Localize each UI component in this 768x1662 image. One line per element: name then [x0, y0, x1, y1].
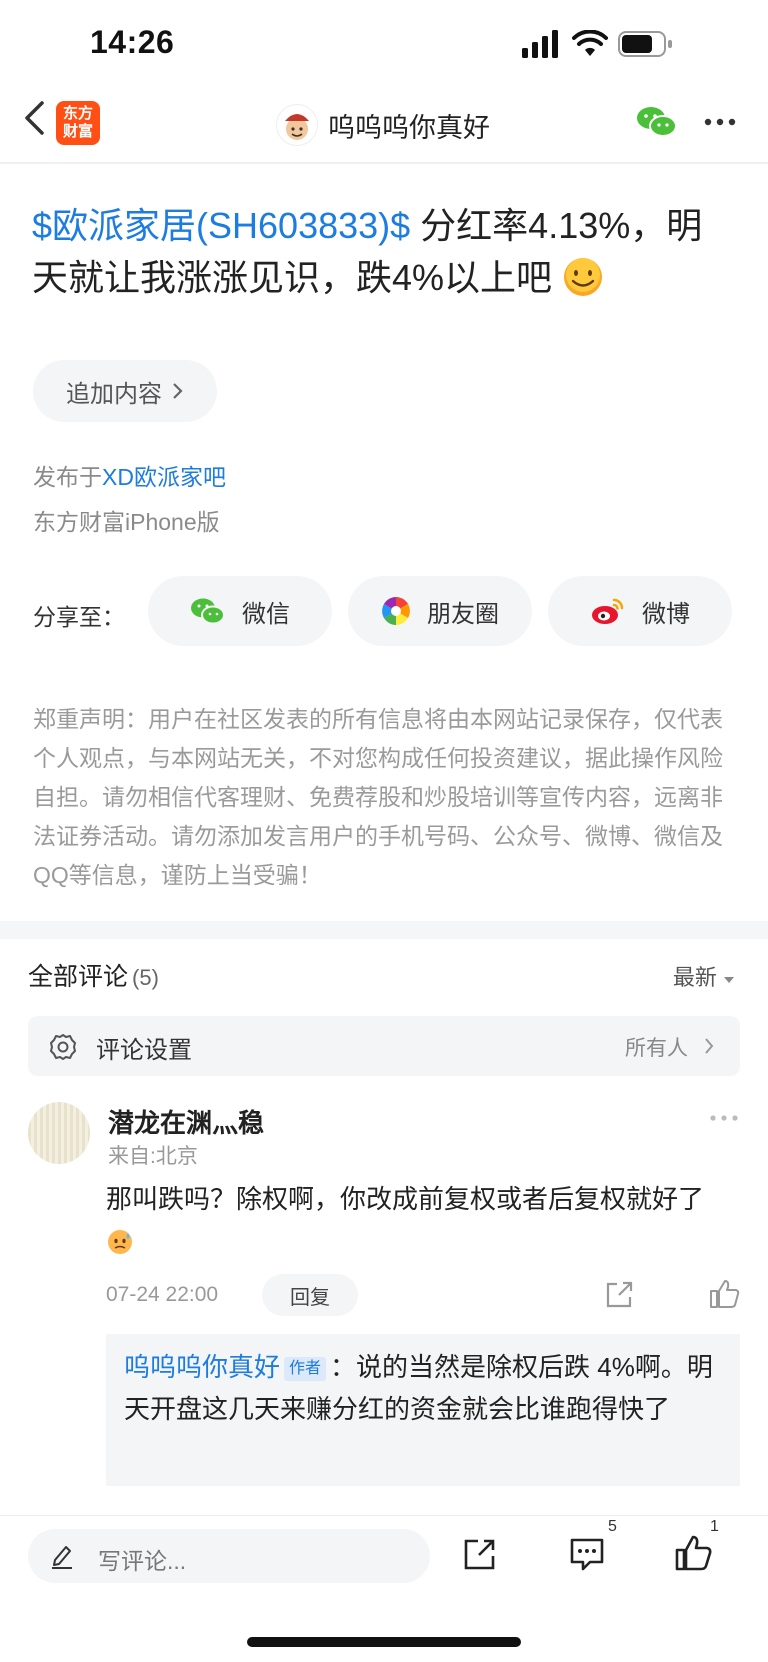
- reply-author[interactable]: 呜呜呜你真好: [124, 1352, 280, 1382]
- app-logo[interactable]: 东方 财富: [56, 101, 100, 145]
- commenter-avatar[interactable]: [28, 1102, 90, 1164]
- comment-icon[interactable]: [568, 1536, 606, 1572]
- wechat-icon: [191, 598, 225, 625]
- share-weibo-label: 微博: [642, 600, 690, 628]
- share-label: 分享至：: [33, 604, 125, 630]
- reply-separator: ：: [330, 1352, 357, 1382]
- commenter-name[interactable]: 潜龙在渊灬稳: [108, 1103, 264, 1140]
- back-icon[interactable]: [22, 100, 46, 136]
- reply-button[interactable]: 回复: [262, 1274, 358, 1316]
- gear-icon: [50, 1034, 76, 1060]
- write-comment-input[interactable]: 写评论...: [28, 1529, 430, 1583]
- nav-divider: [0, 162, 768, 164]
- comment-settings-label: 评论设置: [96, 1037, 192, 1064]
- reply-content: 呜呜呜你真好 作者 ：说的当然是除权后跌 4%啊。明天开盘这几天来赚分红的资金就会比…: [124, 1346, 724, 1430]
- share-wechat-button[interactable]: 微信: [148, 576, 332, 646]
- comments-title: 全部评论: [28, 963, 129, 991]
- comment-share-icon[interactable]: [604, 1280, 634, 1310]
- app-logo-text-top: 东方: [62, 105, 93, 122]
- battery-icon: [618, 31, 672, 57]
- weibo-icon: [592, 598, 624, 624]
- section-divider: [0, 921, 768, 939]
- sort-dropdown[interactable]: 最新: [673, 960, 735, 992]
- comment-body: 那叫跌吗？除权啊，你改成前复权或者后复权就好了: [106, 1184, 705, 1214]
- bottom-bar-divider: [0, 1515, 768, 1516]
- chevron-right-icon: [705, 1038, 714, 1054]
- comment-like-icon[interactable]: [708, 1278, 740, 1310]
- author-avatar[interactable]: [276, 104, 318, 146]
- author-tag: 作者: [284, 1357, 327, 1381]
- pencil-icon: [52, 1546, 72, 1569]
- like-icon[interactable]: [674, 1534, 712, 1572]
- add-content-label: 追加内容: [66, 380, 162, 408]
- home-indicator: [247, 1637, 521, 1647]
- more-icon[interactable]: [704, 118, 736, 126]
- published-prefix: 发布于: [33, 464, 102, 490]
- caret-down-icon: [724, 977, 734, 983]
- comments-count: (5): [132, 965, 159, 990]
- comments-header: 全部评论 (5): [28, 957, 159, 993]
- avatar-icon: [285, 114, 309, 140]
- signal-icon: [522, 30, 558, 58]
- wifi-icon: [572, 30, 608, 56]
- smiling-face-emoji-icon: [564, 258, 603, 296]
- post-body: $欧派家居(SH603833)$ 分红率4.13%，明天就让我涨涨见识，跌4%以…: [32, 200, 732, 304]
- write-comment-placeholder: 写评论...: [98, 1548, 187, 1574]
- share-moments-label: 朋友圈: [427, 600, 499, 628]
- share-weibo-button[interactable]: 微博: [548, 576, 732, 646]
- comment-settings-row[interactable]: 评论设置 所有人: [28, 1016, 740, 1076]
- status-time: 14:26: [90, 24, 175, 60]
- chevron-right-icon: [173, 383, 183, 399]
- add-content-button[interactable]: 追加内容: [33, 360, 217, 422]
- comment-more-icon[interactable]: [710, 1115, 738, 1121]
- comment-settings-value: 所有人: [625, 1037, 688, 1060]
- share-wechat-label: 微信: [242, 600, 290, 628]
- comment-time: 07-24 22:00: [106, 1283, 219, 1306]
- reply-block: 呜呜呜你真好 作者 ：说的当然是除权后跌 4%啊。明天开盘这几天来赚分红的资金就会比…: [106, 1334, 740, 1486]
- comment-count-badge: 5: [608, 1518, 617, 1535]
- commenter-location: 来自:北京: [108, 1145, 198, 1168]
- nav-title[interactable]: 呜呜呜你真好: [328, 106, 490, 145]
- disclaimer: 郑重声明：用户在社区发表的所有信息将由本网站记录保存，仅代表个人观点，与本网站无…: [33, 706, 723, 888]
- bar-link[interactable]: XD欧派家吧: [102, 464, 226, 490]
- sort-label: 最新: [672, 965, 717, 990]
- client-info: 东方财富iPhone版: [33, 509, 220, 535]
- like-count-badge: 1: [710, 1518, 719, 1535]
- moments-icon: [382, 597, 410, 625]
- published-in: 发布于XD欧派家吧: [33, 458, 226, 492]
- sweat-face-emoji-icon: [108, 1230, 132, 1254]
- wechat-share-icon[interactable]: [636, 104, 678, 140]
- comment-text: 那叫跌吗？除权啊，你改成前复权或者后复权就好了: [106, 1178, 746, 1262]
- app-logo-text-bottom: 财富: [62, 123, 93, 140]
- share-icon[interactable]: [462, 1536, 498, 1572]
- share-moments-button[interactable]: 朋友圈: [348, 576, 532, 646]
- stock-link[interactable]: $欧派家居(SH603833)$: [32, 205, 410, 246]
